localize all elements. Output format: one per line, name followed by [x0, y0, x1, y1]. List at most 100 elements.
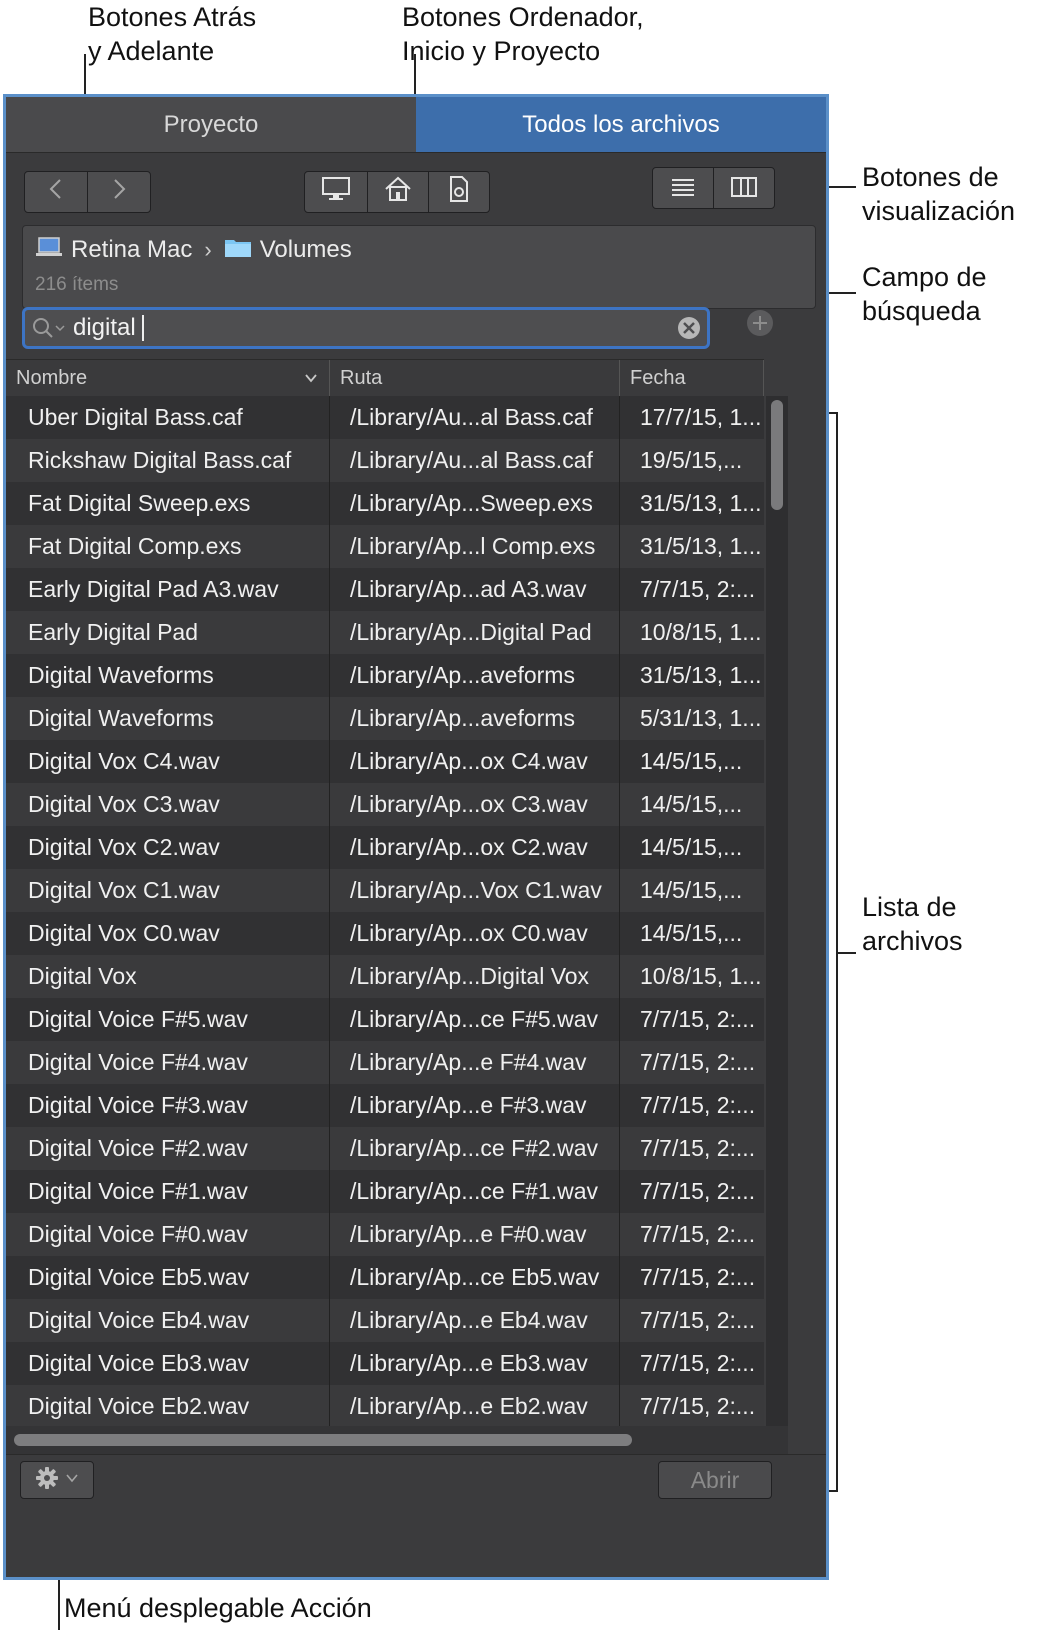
file-date-cell: 7/7/15, 2:... — [640, 1221, 756, 1247]
laptop-icon — [35, 236, 63, 265]
table-row[interactable]: Digital Vox/Library/Ap...Digital Vox 10/8… — [6, 955, 764, 998]
file-path-cell: /Library/Ap...ad A3.wav — [330, 568, 620, 611]
file-name-cell: Digital Waveforms — [6, 654, 330, 697]
add-icon[interactable] — [746, 309, 774, 342]
file-path-cell: /Library/Ap...ce Eb5.wav — [330, 1256, 620, 1299]
table-row[interactable]: Digital Vox C3.wav/Library/Ap...ox C3.wa… — [6, 783, 764, 826]
chevron-down-icon[interactable] — [303, 369, 319, 392]
path-bar: Retina Mac › Volumes 216 ítems — [22, 225, 816, 309]
file-date-cell: 7/7/15, 2:... — [640, 1307, 756, 1333]
file-path-cell: /Library/Au...al Bass.caf — [330, 439, 620, 482]
tab-proyecto[interactable]: Proyecto — [6, 97, 416, 153]
file-name-cell: Early Digital Pad — [6, 611, 330, 654]
table-row[interactable]: Digital Voice F#0.wav/Library/Ap...e F#0… — [6, 1213, 764, 1256]
project-button[interactable] — [429, 172, 489, 212]
table-row[interactable]: Early Digital Pad A3.wav/Library/Ap...ad… — [6, 568, 764, 611]
file-date-cell: 31/5/13, 1... — [640, 490, 762, 516]
search-icon[interactable] — [31, 316, 67, 340]
action-menu-button[interactable] — [20, 1461, 94, 1499]
table-row[interactable]: Digital Waveforms/Library/Ap...aveforms 3… — [6, 654, 764, 697]
file-path-cell: /Library/Ap...Digital Vox — [330, 955, 620, 998]
file-name-cell: Digital Voice Eb3.wav — [6, 1342, 330, 1385]
forward-button[interactable] — [88, 172, 150, 212]
breadcrumb: Retina Mac › Volumes — [35, 232, 352, 268]
file-date-cell: 7/7/15, 2:... — [640, 576, 756, 602]
home-button[interactable] — [368, 172, 429, 212]
file-date-cell: 7/7/15, 2:... — [640, 1393, 756, 1419]
tab-todos-los-archivos[interactable]: Todos los archivos — [416, 97, 826, 153]
clear-search-icon[interactable] — [677, 316, 701, 345]
column-header-ruta[interactable]: Ruta — [330, 360, 620, 396]
breadcrumb-computer[interactable]: Retina Mac — [71, 236, 192, 264]
file-name-cell: Fat Digital Comp.exs — [6, 525, 330, 568]
table-row[interactable]: Digital Voice Eb2.wav/Library/Ap...e Eb2… — [6, 1385, 764, 1428]
table-row[interactable]: Digital Voice F#4.wav/Library/Ap...e F#4… — [6, 1041, 764, 1084]
file-date-cell: 31/5/13, 1... — [640, 533, 762, 559]
file-date-cell: 14/5/15,... — [640, 748, 743, 774]
horizontal-scroll-thumb[interactable] — [14, 1434, 632, 1446]
table-row[interactable]: Digital Voice F#3.wav/Library/Ap...e F#3… — [6, 1084, 764, 1127]
file-path-cell: /Library/Au...al Bass.caf — [330, 396, 620, 439]
search-input[interactable]: digital — [73, 314, 136, 342]
table-row[interactable]: Digital Voice Eb3.wav/Library/Ap...e Eb3… — [6, 1342, 764, 1385]
column-header-nombre-label: Nombre — [16, 366, 88, 389]
computer-button[interactable] — [305, 172, 368, 212]
file-name-cell: Digital Voice F#1.wav — [6, 1170, 330, 1213]
file-name-cell: Digital Vox C1.wav — [6, 869, 330, 912]
annotation-view-buttons: Botones de visualización — [862, 162, 1016, 226]
chevron-left-icon — [48, 177, 64, 208]
column-header-fecha-label: Fecha — [630, 366, 686, 389]
file-date-cell: 17/7/15, 1... — [640, 404, 762, 430]
horizontal-scrollbar[interactable] — [6, 1426, 788, 1454]
table-row[interactable]: Digital Vox C4.wav/Library/Ap...ox C4.wa… — [6, 740, 764, 783]
file-date-cell: 7/7/15, 2:... — [640, 1049, 756, 1075]
file-date-cell: 14/5/15,... — [640, 791, 743, 817]
file-path-cell: /Library/Ap...e F#0.wav — [330, 1213, 620, 1256]
search-field[interactable]: digital — [22, 307, 710, 349]
text-cursor — [141, 315, 144, 341]
file-name-cell: Early Digital Pad A3.wav — [6, 568, 330, 611]
table-row[interactable]: Fat Digital Sweep.exs/Library/Ap...Sweep… — [6, 482, 764, 525]
file-name-cell: Digital Voice F#0.wav — [6, 1213, 330, 1256]
file-date-cell: 7/7/15, 2:... — [640, 1135, 756, 1161]
table-row[interactable]: Digital Voice Eb5.wav/Library/Ap...ce Eb… — [6, 1256, 764, 1299]
file-date-cell: 7/7/15, 2:... — [640, 1264, 756, 1290]
vertical-scrollbar[interactable] — [766, 396, 788, 1426]
list-view-button[interactable] — [653, 168, 714, 208]
table-row[interactable]: Uber Digital Bass.caf/Library/Au...al Ba… — [6, 396, 764, 439]
file-list: Uber Digital Bass.caf/Library/Au...al Ba… — [6, 396, 764, 1428]
table-row[interactable]: Digital Waveforms/Library/Ap...aveforms 5… — [6, 697, 764, 740]
file-date-cell: 10/8/15, 1... — [640, 963, 762, 989]
table-row[interactable]: Digital Voice F#2.wav/Library/Ap...ce F#… — [6, 1127, 764, 1170]
gear-icon — [35, 1466, 59, 1495]
column-view-button[interactable] — [714, 168, 774, 208]
file-date-cell: 31/5/13, 1... — [640, 662, 762, 688]
folder-icon — [224, 236, 252, 265]
vertical-scroll-thumb[interactable] — [771, 400, 783, 510]
table-row[interactable]: Rickshaw Digital Bass.caf/Library/Au...a… — [6, 439, 764, 482]
table-row[interactable]: Digital Voice F#5.wav/Library/Ap...ce F#… — [6, 998, 764, 1041]
table-row[interactable]: Fat Digital Comp.exs/Library/Ap...l Comp… — [6, 525, 764, 568]
annotation-location-buttons: Botones Ordenador, Inicio y Proyecto — [402, 2, 644, 66]
leader-file-list — [838, 952, 856, 954]
view-buttons — [652, 167, 775, 209]
table-row[interactable]: Digital Voice Eb4.wav/Library/Ap...e Eb4… — [6, 1299, 764, 1342]
column-header-fecha[interactable]: Fecha — [620, 360, 764, 396]
file-name-cell: Digital Voice F#5.wav — [6, 998, 330, 1041]
file-name-cell: Digital Voice Eb4.wav — [6, 1299, 330, 1342]
table-row[interactable]: Digital Vox C0.wav/Library/Ap...ox C0.wa… — [6, 912, 764, 955]
open-button[interactable]: Abrir — [658, 1461, 772, 1499]
open-button-label: Abrir — [690, 1466, 740, 1493]
table-row[interactable]: Digital Vox C1.wav/Library/Ap...Vox C1.w… — [6, 869, 764, 912]
chevron-down-icon — [65, 1471, 79, 1490]
annotation-action-menu: Menú desplegable Acción — [64, 1593, 372, 1623]
file-browser-window: Proyecto Todos los archivos Retina Mac ›… — [3, 94, 829, 1580]
table-row[interactable]: Early Digital Pad/Library/Ap...Digital P… — [6, 611, 764, 654]
file-path-cell: /Library/Ap...aveforms — [330, 697, 620, 740]
column-header-nombre[interactable]: Nombre — [6, 360, 330, 396]
back-button[interactable] — [25, 172, 88, 212]
file-name-cell: Fat Digital Sweep.exs — [6, 482, 330, 525]
breadcrumb-folder[interactable]: Volumes — [260, 236, 352, 264]
table-row[interactable]: Digital Vox C2.wav/Library/Ap...ox C2.wa… — [6, 826, 764, 869]
table-row[interactable]: Digital Voice F#1.wav/Library/Ap...ce F#… — [6, 1170, 764, 1213]
